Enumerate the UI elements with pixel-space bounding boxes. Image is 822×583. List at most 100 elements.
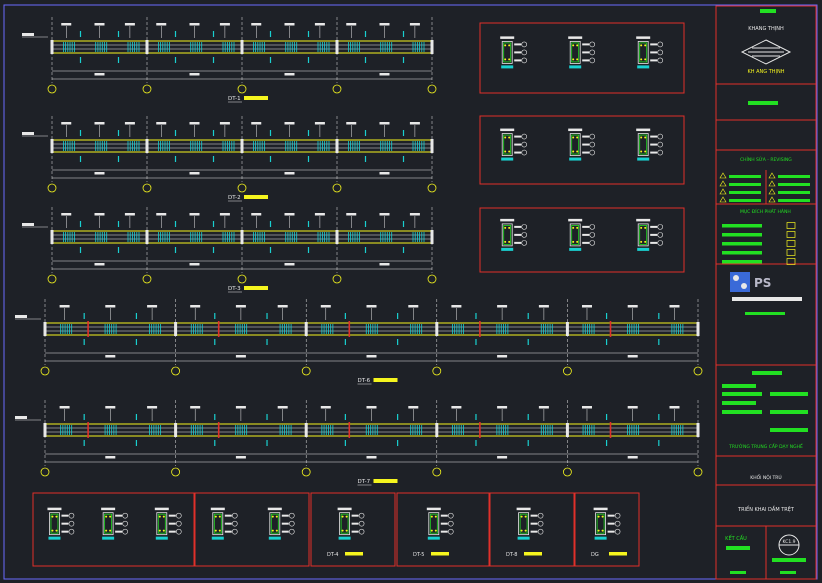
section-title-text bbox=[500, 128, 515, 132]
rebar-callout-text bbox=[314, 23, 325, 26]
rebar-dot bbox=[504, 240, 507, 243]
rebar-mark-text bbox=[440, 522, 448, 525]
rebar-callout-text bbox=[346, 213, 357, 216]
detail-scale-bar bbox=[431, 552, 449, 556]
rebar-dot bbox=[158, 529, 161, 532]
rebar-callout-text bbox=[61, 213, 72, 216]
rebar-callout-text bbox=[538, 406, 549, 409]
rebar-mark-text bbox=[61, 522, 69, 525]
rebar-callout-text bbox=[59, 305, 70, 308]
rebar-dot bbox=[271, 529, 274, 532]
section-base bbox=[268, 536, 281, 540]
beam-scale-bar bbox=[373, 378, 398, 382]
rebar-mark-text bbox=[514, 241, 522, 244]
rebar-mark-text bbox=[61, 530, 69, 533]
rebar-mark-text bbox=[607, 514, 615, 517]
section-base bbox=[501, 247, 514, 251]
rebar-mark-text bbox=[115, 514, 123, 517]
level-tag bbox=[15, 416, 27, 419]
section-base bbox=[569, 247, 582, 251]
rebar-callout-text bbox=[346, 23, 357, 26]
rebar-mark-text bbox=[650, 151, 658, 154]
title-mark bbox=[748, 101, 778, 105]
level-tag bbox=[15, 315, 27, 318]
revision-row-text bbox=[729, 175, 761, 178]
rebar-mark-text bbox=[168, 522, 176, 525]
rebar-dot bbox=[644, 58, 647, 61]
section-title-text bbox=[47, 507, 62, 511]
section-title-text bbox=[101, 507, 116, 511]
section-base bbox=[637, 157, 650, 161]
rebar-dot bbox=[162, 515, 165, 518]
rebar-callout-text bbox=[147, 305, 158, 308]
rebar-callout-text bbox=[669, 406, 680, 409]
rebar-callout-text bbox=[235, 406, 246, 409]
section-title-text bbox=[500, 36, 515, 39]
column-support bbox=[430, 40, 434, 54]
title-mark bbox=[770, 428, 808, 432]
rebar-callout-text bbox=[124, 23, 135, 26]
section-title-text bbox=[337, 507, 352, 511]
span-dimension-text bbox=[379, 73, 390, 76]
rebar-dot bbox=[524, 515, 527, 518]
span-dimension-text bbox=[627, 355, 638, 358]
rebar-callout-text bbox=[320, 305, 331, 308]
detail-label: DG bbox=[591, 552, 599, 558]
beam-label: DT-6 bbox=[358, 378, 371, 384]
span-dimension-text bbox=[94, 172, 105, 175]
section-base bbox=[637, 247, 650, 251]
section-title-text bbox=[568, 128, 583, 132]
rebar-mark-text bbox=[650, 143, 658, 146]
rebar-mark-text bbox=[650, 225, 658, 228]
detail-scale-bar bbox=[609, 552, 627, 556]
beam-scale-bar bbox=[244, 195, 268, 199]
rebar-mark-text bbox=[582, 241, 590, 244]
rebar-callout-text bbox=[581, 406, 592, 409]
rebar-dot bbox=[434, 529, 437, 532]
span-dimension-text bbox=[379, 172, 390, 175]
company-name-top: KHANG THỊNH bbox=[748, 26, 784, 32]
rebar-dot bbox=[345, 529, 348, 532]
revision-row-text bbox=[778, 191, 810, 194]
rebar-callout-text bbox=[105, 406, 116, 409]
detail-scale-bar bbox=[345, 552, 363, 556]
column-support bbox=[335, 230, 339, 244]
rebar-dot bbox=[576, 136, 579, 139]
rebar-callout-text bbox=[190, 406, 201, 409]
section-title-text bbox=[636, 128, 651, 132]
rebar-callout-text bbox=[284, 23, 295, 26]
span-dimension-text bbox=[105, 355, 116, 358]
section-title-text bbox=[593, 507, 608, 511]
span-dimension-text bbox=[94, 73, 105, 76]
span-dimension-text bbox=[189, 73, 200, 76]
column-support bbox=[435, 322, 439, 336]
section-base bbox=[637, 65, 650, 69]
rebar-dot bbox=[644, 150, 647, 153]
span-dimension-text bbox=[379, 263, 390, 266]
rebar-callout-text bbox=[94, 213, 105, 216]
rebar-dot bbox=[430, 529, 433, 532]
rebar-mark-text bbox=[650, 241, 658, 244]
rebar-mark-text bbox=[530, 530, 538, 533]
rebar-callout-text bbox=[277, 406, 288, 409]
sheet-number: KC1.9 bbox=[782, 539, 795, 545]
rebar-dot bbox=[601, 529, 604, 532]
rebar-dot bbox=[597, 529, 600, 532]
rebar-mark-text bbox=[351, 514, 359, 517]
beam-label: DT-1 bbox=[228, 96, 241, 102]
section-title-text bbox=[568, 36, 583, 39]
rebar-callout-text bbox=[346, 122, 357, 125]
revision-row-text bbox=[729, 199, 761, 202]
rebar-mark-text bbox=[650, 51, 658, 54]
section-base bbox=[501, 157, 514, 161]
rebar-callout-text bbox=[451, 406, 462, 409]
section-base bbox=[102, 536, 115, 540]
rebar-mark-text bbox=[514, 225, 522, 228]
rebar-callout-text bbox=[219, 23, 230, 26]
rebar-dot bbox=[520, 529, 523, 532]
section-title-text bbox=[426, 507, 441, 511]
rebar-callout-text bbox=[105, 305, 116, 308]
rebar-dot bbox=[640, 136, 643, 139]
rebar-callout-text bbox=[156, 23, 167, 26]
section-base bbox=[569, 157, 582, 161]
